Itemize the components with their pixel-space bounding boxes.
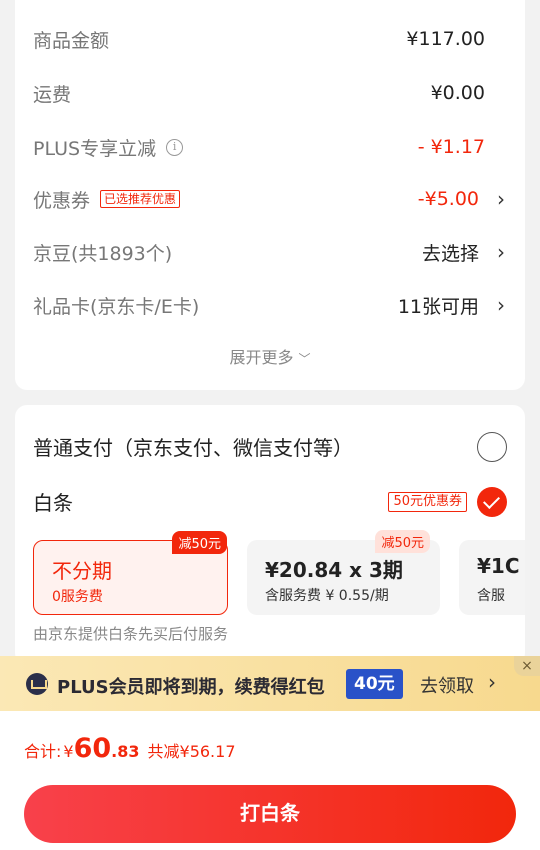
plan-discount-badge: 减50元 (375, 530, 430, 553)
plus-redpacket-amount: 40元 (346, 669, 403, 699)
coupon-value: -¥5.00 (417, 188, 479, 210)
expand-more-link[interactable]: 展开更多 ﹀ (15, 344, 525, 368)
baitiao-coupon-tag: 50元优惠券 (388, 492, 467, 512)
info-icon[interactable]: i (166, 138, 184, 156)
plus-banner-text: PLUS会员即将到期，续费得红包 (57, 677, 325, 698)
baitiao-label: 白条 (33, 491, 73, 515)
close-icon[interactable]: × (514, 656, 540, 676)
pay-with-baitiao-button[interactable]: 打白条 (24, 785, 516, 843)
plan-sub: 含服务费 ¥ 0.55/期 (265, 588, 389, 604)
giftcard-label: 礼品卡(京东卡/E卡) (33, 295, 200, 318)
jingdou-label: 京豆(共1893个) (33, 242, 173, 265)
plan-sub: 含服 (477, 588, 505, 604)
baitiao-radio-checked[interactable] (477, 487, 507, 517)
recommended-discount-tag: 已选推荐优惠 (100, 190, 181, 208)
jingdou-value: 去选择 (421, 242, 479, 265)
total-currency: ¥ (63, 742, 74, 761)
chevron-right-icon: › (497, 293, 505, 317)
goods-amount-row: 商品金额 ¥117.00 (15, 24, 525, 54)
chevron-right-icon: › (497, 187, 505, 211)
giftcard-row[interactable]: 礼品卡(京东卡/E卡) 11张可用 › (15, 290, 525, 320)
plan-main: ¥1C (477, 554, 520, 578)
plan-main: 不分期 (52, 559, 112, 583)
plan-sub: 0服务费 (52, 589, 103, 605)
plan-discount-badge: 减50元 (172, 531, 227, 554)
total-decimal: .83 (111, 742, 140, 761)
normal-payment-label: 普通支付（京东支付、微信支付等） (33, 436, 353, 460)
normal-payment-radio[interactable] (477, 432, 507, 462)
shipping-row: 运费 ¥0.00 (15, 78, 525, 108)
plan-more-installments[interactable]: ¥1C 含服 (459, 540, 525, 615)
goods-amount-value: ¥117.00 (406, 28, 485, 50)
coupon-row[interactable]: 优惠券 已选推荐优惠 -¥5.00 › (15, 184, 525, 214)
total-amount: 合计: ¥ 60 .83 共减¥56.17 (24, 733, 236, 764)
chevron-right-icon: › (488, 670, 496, 694)
checkout-bar: 合计: ¥ 60 .83 共减¥56.17 打白条 (0, 711, 540, 850)
chevron-right-icon: › (497, 240, 505, 264)
coupon-label: 优惠券 (33, 189, 91, 212)
plan-main: ¥20.84 x 3期 (265, 558, 403, 582)
jingdou-row[interactable]: 京豆(共1893个) 去选择 › (15, 237, 525, 267)
total-integer: 60 (73, 733, 112, 764)
giftcard-value: 11张可用 (397, 295, 479, 318)
plus-renewal-banner[interactable]: PLUS会员即将到期，续费得红包 40元 去领取 › × (0, 656, 540, 711)
payment-method-card: 普通支付（京东支付、微信支付等） 白条 50元优惠券 减50元 不分期 0服务费… (15, 405, 525, 665)
shipping-label: 运费 (33, 83, 72, 106)
order-summary-card: 商品金额 ¥117.00 运费 ¥0.00 PLUS专享立减 i - ¥1.17… (15, 0, 525, 390)
baitiao-payment-option[interactable]: 白条 50元优惠券 (15, 483, 525, 519)
total-label: 合计: (24, 742, 62, 761)
baitiao-provider-note: 由京东提供白条先买后付服务 (33, 625, 229, 643)
plan-3-installments[interactable]: 减50元 ¥20.84 x 3期 含服务费 ¥ 0.55/期 (247, 530, 440, 615)
goods-amount-label: 商品金额 (33, 29, 110, 52)
plus-discount-value: - ¥1.17 (417, 136, 485, 158)
plan-no-installment[interactable]: 减50元 不分期 0服务费 (33, 531, 228, 615)
plus-claim-link[interactable]: 去领取 (420, 672, 474, 698)
plus-crown-icon (26, 673, 48, 695)
chevron-down-icon: ﹀ (298, 352, 311, 366)
shipping-value: ¥0.00 (430, 82, 485, 104)
plus-discount-row: PLUS专享立减 i - ¥1.17 (15, 132, 525, 162)
normal-payment-option[interactable]: 普通支付（京东支付、微信支付等） (15, 428, 525, 464)
plus-discount-label: PLUS专享立减 (33, 137, 157, 160)
total-discount: 共减¥56.17 (147, 742, 236, 761)
expand-more-label: 展开更多 (229, 348, 294, 367)
